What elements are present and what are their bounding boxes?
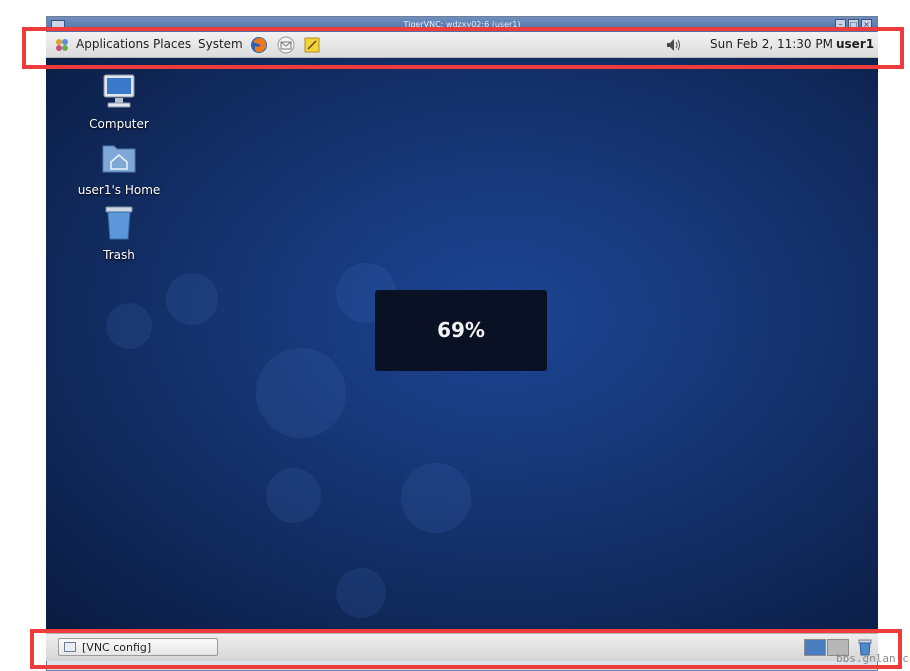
- minimize-button[interactable]: –: [835, 19, 846, 30]
- desktop-icon-trash[interactable]: Trash: [74, 203, 164, 262]
- vnc-window-icon[interactable]: [51, 20, 65, 31]
- places-menu[interactable]: Places: [153, 32, 191, 58]
- workspace-1[interactable]: [804, 639, 826, 656]
- background-bokeh: [106, 303, 152, 349]
- desktop-icon-label: Computer: [89, 117, 149, 131]
- trash-icon: [105, 206, 133, 240]
- background-bokeh: [256, 348, 346, 438]
- taskbar-button-label: [VNC config]: [82, 641, 152, 654]
- user-menu[interactable]: user1: [836, 32, 874, 57]
- maximize-button[interactable]: □: [848, 19, 859, 30]
- system-menu[interactable]: System: [198, 32, 243, 58]
- mail-icon[interactable]: [277, 36, 295, 54]
- volume-icon[interactable]: [665, 37, 683, 53]
- desktop-icon-home[interactable]: user1's Home: [74, 138, 164, 197]
- firefox-icon[interactable]: [250, 36, 268, 54]
- background-bokeh: [166, 273, 218, 325]
- applications-menu[interactable]: Applications: [76, 32, 149, 58]
- desktop-icon-label: user1's Home: [77, 183, 161, 197]
- desktop-icon-label: Trash: [103, 248, 135, 262]
- computer-icon: [103, 74, 135, 108]
- clock[interactable]: Sun Feb 2, 11:30 PM: [710, 32, 833, 57]
- background-bokeh: [266, 468, 321, 523]
- taskbar-button-vnc-config[interactable]: [VNC config]: [58, 638, 218, 656]
- close-button[interactable]: ×: [861, 19, 872, 30]
- vnc-titlebar[interactable]: TigerVNC: wdzxy02:6 (user1) – □ ×: [47, 17, 877, 33]
- vnc-window-title: TigerVNC: wdzxy02:6 (user1): [403, 20, 521, 29]
- window-icon: [64, 642, 76, 652]
- progress-percent: 69%: [437, 318, 485, 342]
- top-panel: Applications Places System Sun Feb 2, 11…: [46, 32, 878, 58]
- notes-icon[interactable]: [303, 36, 321, 54]
- applications-icon[interactable]: [54, 37, 70, 53]
- background-bokeh: [401, 463, 471, 533]
- progress-overlay: 69%: [375, 290, 547, 371]
- home-folder-icon: [102, 145, 136, 173]
- watermark: bbs.gnlan.cn: [836, 652, 910, 665]
- background-bokeh: [336, 568, 386, 618]
- desktop-icon-computer[interactable]: Computer: [74, 72, 164, 131]
- bottom-panel: [VNC config]: [46, 633, 878, 661]
